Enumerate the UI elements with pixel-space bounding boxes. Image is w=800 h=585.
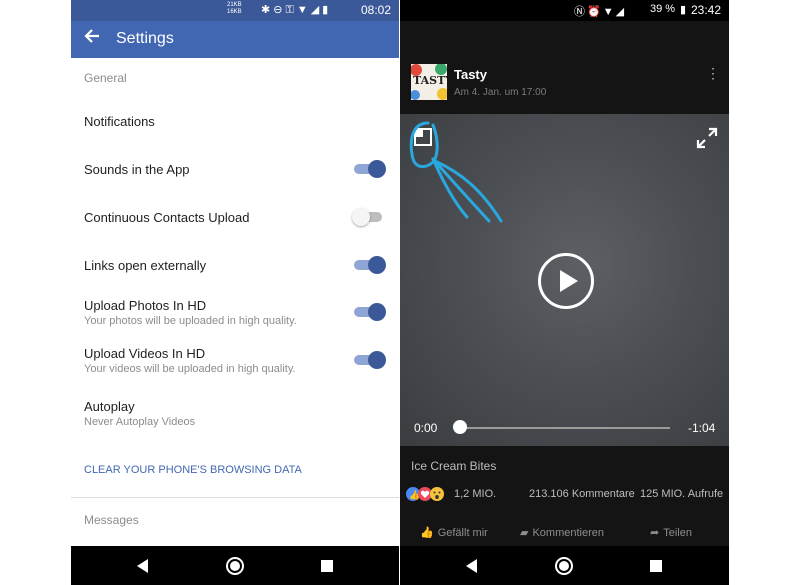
nav-home-icon[interactable]	[554, 556, 574, 576]
nav-recents-icon[interactable]	[317, 556, 337, 576]
comment-count[interactable]: 213.106 Kommentare	[529, 488, 635, 500]
time-elapsed: 0:00	[414, 421, 438, 435]
setting-links-external[interactable]: Links open externally	[84, 258, 206, 273]
status-icons: Ⓝ⏰▼◢	[574, 3, 626, 19]
play-button[interactable]	[538, 253, 594, 309]
android-nav-bar	[400, 546, 729, 585]
status-time: 08:02	[360, 3, 391, 17]
nav-home-icon[interactable]	[225, 556, 245, 576]
toggle-knob	[368, 160, 386, 178]
setting-contacts-upload[interactable]: Continuous Contacts Upload	[84, 210, 250, 225]
toggle-knob	[368, 256, 386, 274]
setting-sounds[interactable]: Sounds in the App	[84, 162, 190, 177]
play-icon	[560, 270, 578, 292]
section-header-messages: Messages	[84, 513, 139, 527]
settings-screen: 21KB 16KB ✱⊖⚿▼◢▮ 08:02 Settings General …	[71, 0, 399, 585]
toggle-knob	[352, 208, 370, 226]
setting-videos-hd[interactable]: Upload Videos In HD	[84, 346, 205, 361]
video-post-screen: Ⓝ⏰▼◢ 39 % ▮ 23:42 TASTY Tasty Am 4. Jan.…	[400, 0, 729, 585]
page-title: Settings	[116, 30, 174, 47]
thumbs-up-icon: 👍	[420, 527, 434, 539]
video-player[interactable]: 0:00 -1:04	[400, 114, 729, 446]
back-arrow-glyph	[84, 29, 99, 43]
nav-back-icon[interactable]	[133, 556, 153, 576]
share-icon: ➦	[650, 527, 660, 539]
status-time: 23:42	[690, 3, 721, 17]
back-arrow-icon[interactable]	[83, 27, 101, 51]
photos-hd-toggle[interactable]	[354, 303, 386, 321]
nav-recents-icon[interactable]	[646, 556, 666, 576]
time-remaining: -1:04	[688, 421, 716, 435]
progress-track[interactable]	[459, 427, 670, 429]
wifi-icon: ▼	[296, 4, 311, 16]
android-nav-bar	[71, 546, 399, 585]
progress-scrubber[interactable]	[453, 420, 467, 434]
key-icon: ⚿	[285, 4, 297, 16]
toggle-knob	[368, 351, 386, 369]
more-options-icon[interactable]: ⋮	[706, 66, 720, 80]
do-not-disturb-icon: ⊖	[273, 4, 286, 16]
setting-videos-hd-sub: Your videos will be uploaded in high qua…	[84, 363, 296, 375]
reaction-count: 1,2 MIO.	[454, 488, 497, 500]
battery-percent: 39 %	[650, 3, 676, 15]
reaction-icons[interactable]: 👍	[405, 486, 449, 502]
bluetooth-icon: ✱	[261, 4, 274, 16]
comment-icon: ▰	[520, 527, 529, 539]
post-date: Am 4. Jan. um 17:00	[454, 87, 547, 98]
fullscreen-icon[interactable]	[696, 127, 718, 149]
signal-icon: ◢	[615, 6, 627, 18]
setting-autoplay[interactable]: Autoplay	[84, 399, 135, 414]
annotation-highlight	[409, 121, 503, 223]
signal-icon: ◢	[310, 4, 323, 16]
videos-hd-toggle[interactable]	[354, 351, 386, 369]
battery-icon: ▮	[322, 4, 332, 16]
setting-photos-hd-sub: Your photos will be uploaded in high qua…	[84, 315, 297, 327]
nav-back-icon[interactable]	[462, 556, 482, 576]
section-header-general: General	[84, 71, 127, 85]
setting-notifications[interactable]: Notifications	[84, 114, 155, 129]
alarm-icon: ⏰	[587, 6, 603, 18]
page-name[interactable]: Tasty	[454, 67, 487, 82]
page-avatar[interactable]: TASTY	[411, 64, 447, 100]
share-button[interactable]: ➦ Teilen	[650, 526, 692, 539]
nfc-icon: Ⓝ	[574, 6, 587, 18]
app-bar: Settings	[71, 21, 399, 58]
post-header: TASTY Tasty Am 4. Jan. um 17:00 ⋮	[400, 58, 729, 114]
status-icons: ✱⊖⚿▼◢▮	[261, 3, 331, 17]
links-external-toggle[interactable]	[354, 256, 386, 274]
comment-button[interactable]: ▰ Kommentieren	[520, 526, 604, 539]
reactions-glyph: 👍	[406, 487, 444, 501]
toggle-knob	[368, 303, 386, 321]
setting-photos-hd[interactable]: Upload Photos In HD	[84, 298, 206, 313]
battery-icon: ▮	[680, 4, 687, 16]
like-button[interactable]: 👍 Gefällt mir	[420, 526, 488, 539]
avatar-text: TASTY	[413, 74, 447, 87]
sounds-toggle[interactable]	[354, 160, 386, 178]
view-count: 125 MIO. Aufrufe	[640, 488, 724, 500]
wifi-icon: ▼	[602, 6, 616, 18]
status-bar: 21KB 16KB ✱⊖⚿▼◢▮ 08:02	[71, 0, 399, 21]
clear-browsing-data-link[interactable]: CLEAR YOUR PHONE'S BROWSING DATA	[84, 464, 302, 476]
setting-autoplay-sub: Never Autoplay Videos	[84, 416, 196, 428]
video-title: Ice Cream Bites	[411, 459, 497, 473]
status-bar: Ⓝ⏰▼◢ 39 % ▮ 23:42	[400, 0, 729, 21]
data-rate: 21KB 16KB	[227, 2, 242, 15]
contacts-upload-toggle[interactable]	[352, 208, 386, 226]
divider	[71, 497, 399, 498]
